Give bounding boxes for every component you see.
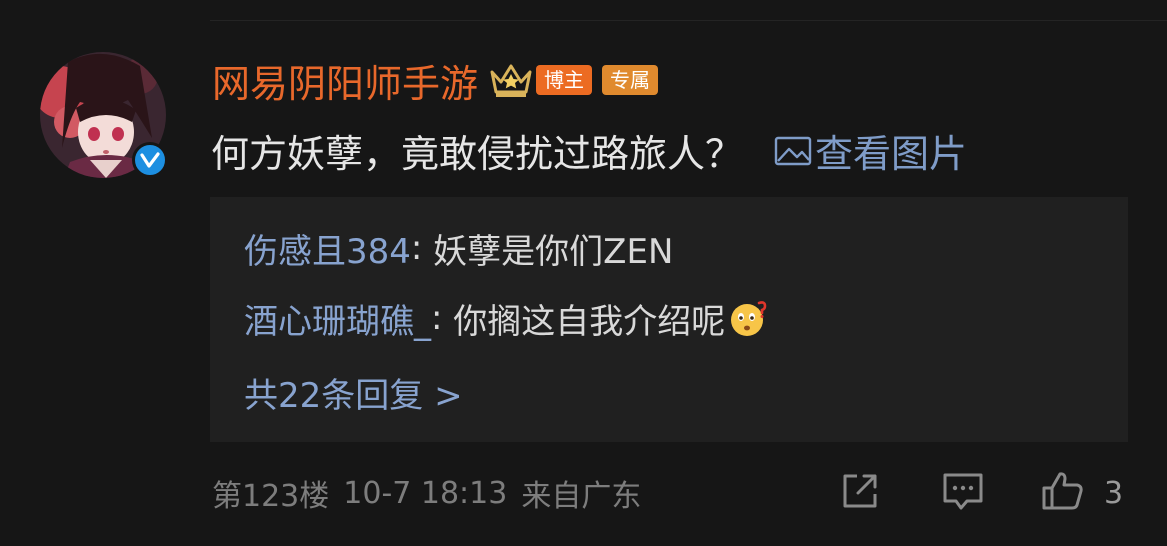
reply-text: 你搁这自我介绍呢 (453, 301, 726, 342)
exclusive-tag: 专属 (602, 65, 659, 95)
share-icon (838, 469, 882, 517)
reply-item[interactable]: 伤感且384 : 妖孽是你们ZEN (244, 224, 674, 273)
picture-icon (773, 133, 813, 167)
floor-number: 第123楼 (212, 479, 330, 514)
comment-meta: 第123楼 10-7 18:13 来自广东 (212, 470, 641, 516)
timestamp: 10-7 18:13 (343, 475, 508, 511)
post-header: 网易阴阳师手游 博主 专属 (212, 56, 659, 106)
comment-button[interactable] (940, 470, 986, 516)
comment-body: 何方妖孽，竟敢侵扰过路旅人？ (211, 131, 744, 176)
reply-username[interactable]: 酒心珊瑚礁_ (244, 294, 431, 343)
reply-preview-box[interactable]: 伤感且384 : 妖孽是你们ZEN 酒心珊瑚礁_ : 你搁这自我介绍呢 共22条… (210, 197, 1128, 442)
like-button[interactable]: 3 (1040, 470, 1123, 516)
thumbs-up-icon (1040, 469, 1086, 517)
reply-separator: : (431, 298, 454, 338)
username-link[interactable]: 网易阴阳师手游 (212, 53, 478, 108)
more-replies-link[interactable]: 共22条回复 > (244, 369, 463, 416)
reply-item[interactable]: 酒心珊瑚礁_ : 你搁这自我介绍呢 (244, 294, 769, 343)
reply-username[interactable]: 伤感且384 (244, 224, 411, 273)
like-count: 3 (1104, 475, 1124, 511)
avatar[interactable] (40, 52, 168, 178)
view-image-label: 查看图片 (815, 131, 968, 176)
reply-text: 妖孽是你们ZEN (433, 231, 674, 272)
confused-face-emoji-icon (729, 298, 769, 338)
share-button[interactable] (838, 470, 882, 516)
blogger-tag: 博主 (536, 65, 593, 95)
verified-v-icon (132, 142, 168, 178)
view-image-link[interactable]: 查看图片 (773, 123, 967, 178)
top-divider (210, 20, 1167, 21)
comment-icon (940, 469, 986, 517)
location: 来自广东 (521, 479, 642, 514)
reply-separator: : (410, 228, 434, 268)
comment-content: 何方妖孽，竟敢侵扰过路旅人？ 查看图片 (211, 124, 967, 176)
vip-crown-icon[interactable] (488, 60, 534, 100)
